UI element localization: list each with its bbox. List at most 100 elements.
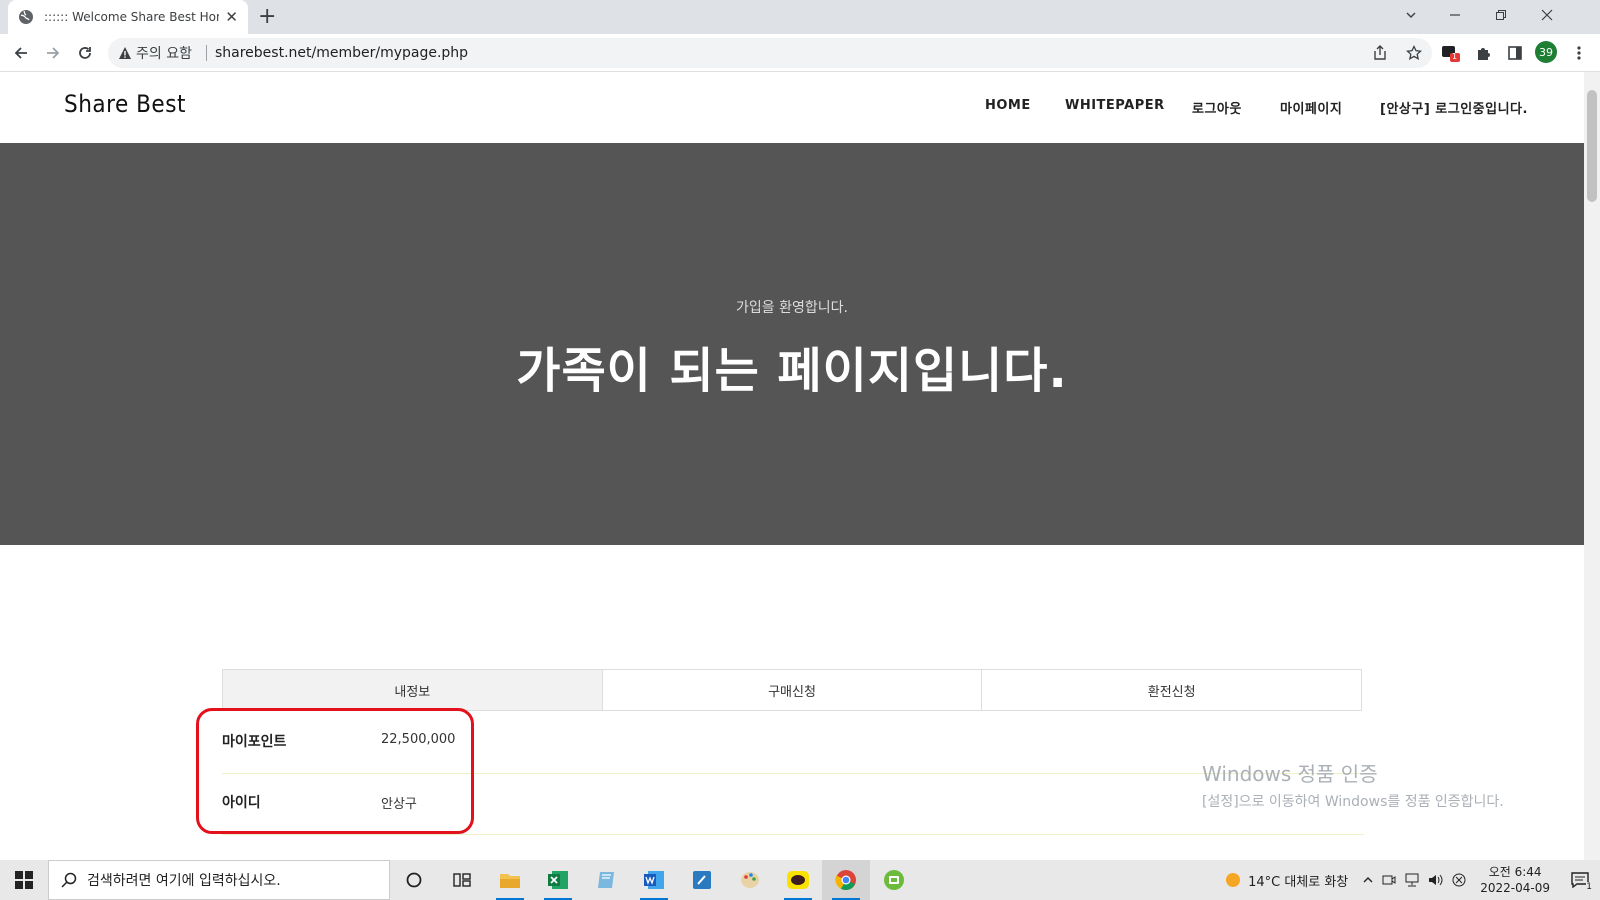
- page-scrollbar[interactable]: [1584, 72, 1600, 860]
- minimize-icon: [1450, 14, 1460, 16]
- arrow-right-icon: [47, 47, 60, 59]
- red-highlight-box: [196, 708, 474, 834]
- word-icon: [644, 871, 664, 889]
- tab-exchange-request[interactable]: 환전신청: [982, 670, 1361, 710]
- page-viewport: Share Best HOME WHITEPAPER 로그아웃 마이페이지 [안…: [0, 72, 1584, 860]
- weather-sun-icon: [1226, 873, 1241, 887]
- notification-count: 1: [1586, 882, 1592, 892]
- nav-mypage[interactable]: 마이페이지: [1280, 98, 1342, 117]
- nav-logout[interactable]: 로그아웃: [1192, 98, 1242, 117]
- windows-activation-watermark: Windows 정품 인증 [설정]으로 이동하여 Windows를 정품 인증…: [1202, 758, 1504, 811]
- close-tab-icon[interactable]: ✕: [225, 9, 238, 25]
- chevron-up-icon[interactable]: [1362, 874, 1374, 886]
- document-app-icon: [693, 871, 711, 889]
- share-icon[interactable]: [1372, 45, 1388, 61]
- clock-time: 오전 6:44: [1488, 865, 1542, 879]
- weather-text[interactable]: 14°C 대체로 화창: [1248, 871, 1348, 890]
- close-icon: [1541, 9, 1553, 21]
- restore-button[interactable]: [1478, 0, 1524, 30]
- reload-button[interactable]: [74, 42, 96, 64]
- task-view-button[interactable]: [438, 860, 486, 900]
- side-panel-button[interactable]: [1504, 42, 1526, 64]
- taskbar-notepad-app[interactable]: [582, 860, 630, 900]
- profile-avatar[interactable]: 39: [1535, 41, 1557, 63]
- browser-menu-button[interactable]: [1568, 42, 1590, 64]
- hero-title: 가족이 되는 페이지입니다.: [516, 343, 1068, 399]
- forward-button[interactable]: [42, 42, 64, 64]
- volume-icon[interactable]: [1428, 873, 1444, 887]
- browser-toolbar: 주의 요함 sharebest.net/member/mypage.php 1: [0, 34, 1600, 72]
- url-text[interactable]: sharebest.net/member/mypage.php: [215, 45, 468, 61]
- folder-icon: [500, 874, 520, 888]
- clock-date: 2022-04-09: [1480, 881, 1550, 895]
- paint-palette-icon: [741, 872, 759, 888]
- site-logo[interactable]: Share Best: [64, 90, 186, 118]
- tab-purchase-request[interactable]: 구매신청: [603, 670, 983, 710]
- taskbar-paint-app[interactable]: [726, 860, 774, 900]
- network-icon[interactable]: [1404, 873, 1420, 887]
- hero-banner: 가입을 환영합니다. 가족이 되는 페이지입니다.: [0, 143, 1584, 545]
- tab-search-button[interactable]: [1388, 0, 1434, 30]
- hero-subtitle: 가입을 환영합니다.: [736, 300, 848, 316]
- system-tray: 14°C 대체로 화창 오전 6:44 2022-04-09 1: [1224, 860, 1600, 900]
- input-indicator-icon[interactable]: [1452, 873, 1466, 887]
- security-status[interactable]: 주의 요함: [136, 43, 192, 63]
- extension-badge-count: 1: [1452, 52, 1458, 61]
- minimize-button[interactable]: [1432, 0, 1478, 30]
- notification-center-button[interactable]: 1: [1560, 860, 1600, 900]
- taskbar-chrome[interactable]: [822, 860, 870, 900]
- address-bar[interactable]: 주의 요함 sharebest.net/member/mypage.php: [108, 38, 1432, 68]
- meet-now-icon[interactable]: [1382, 873, 1396, 887]
- taskbar-kakaotalk[interactable]: [774, 860, 822, 900]
- taskbar-file-explorer[interactable]: [486, 860, 534, 900]
- nav-home[interactable]: HOME: [985, 98, 1031, 113]
- tab-title: :::::: Welcome Share Best Homep: [44, 10, 219, 24]
- globe-icon: [19, 10, 33, 24]
- taskbar-hwp-app[interactable]: [678, 860, 726, 900]
- browser-tab-strip: :::::: Welcome Share Best Homep ✕ +: [0, 0, 1600, 34]
- reload-icon: [79, 47, 91, 59]
- windows-taskbar: 검색하려면 여기에 입력하십시오. 14°C 대체로 화창 오전 6:44 20…: [0, 860, 1600, 900]
- extensions-button[interactable]: [1472, 42, 1494, 64]
- browser-tab[interactable]: :::::: Welcome Share Best Homep ✕: [8, 0, 248, 34]
- divider: [205, 45, 207, 61]
- start-button[interactable]: [0, 860, 48, 900]
- side-panel-icon: [1508, 46, 1522, 60]
- excel-icon: [548, 871, 568, 889]
- taskbar-excel[interactable]: [534, 860, 582, 900]
- bookmark-star-icon[interactable]: [1406, 45, 1422, 61]
- site-header: Share Best HOME WHITEPAPER 로그아웃 마이페이지 [안…: [0, 72, 1584, 143]
- more-vertical-icon: [1577, 46, 1581, 60]
- watermark-title: Windows 정품 인증: [1202, 762, 1378, 786]
- tab-my-info[interactable]: 내정보: [223, 670, 603, 710]
- nav-whitepaper[interactable]: WHITEPAPER: [1065, 98, 1165, 113]
- notepad-icon: [598, 872, 614, 888]
- chrome-icon: [835, 870, 856, 890]
- back-button[interactable]: [10, 42, 32, 64]
- close-window-button[interactable]: [1524, 0, 1570, 30]
- green-app-icon: [884, 870, 904, 890]
- warning-icon: [119, 47, 131, 59]
- search-icon: [61, 872, 77, 888]
- task-view-icon: [453, 873, 471, 887]
- restore-icon: [1496, 10, 1506, 20]
- cortana-button[interactable]: [390, 860, 438, 900]
- puzzle-icon: [1478, 48, 1490, 60]
- taskbar-word[interactable]: [630, 860, 678, 900]
- taskbar-green-app[interactable]: [870, 860, 918, 900]
- arrow-left-icon: [14, 47, 27, 59]
- watermark-subtitle: [설정]으로 이동하여 Windows를 정품 인증합니다.: [1202, 794, 1504, 810]
- windows-logo-icon: [15, 871, 33, 889]
- extension-button[interactable]: 1: [1440, 42, 1462, 64]
- scrollbar-thumb[interactable]: [1587, 90, 1597, 202]
- new-tab-button[interactable]: +: [258, 4, 276, 30]
- kakaotalk-icon: [787, 871, 809, 889]
- circle-icon: [406, 872, 422, 888]
- nav-login-status[interactable]: [안상구] 로그인중입니다.: [1380, 98, 1528, 117]
- mypage-tabs: 내정보 구매신청 환전신청: [222, 669, 1362, 711]
- search-placeholder: 검색하려면 여기에 입력하십시오.: [87, 873, 281, 889]
- extension-badge-icon: [1442, 46, 1460, 62]
- chevron-down-icon: [1406, 12, 1416, 18]
- taskbar-search-box[interactable]: 검색하려면 여기에 입력하십시오.: [48, 860, 390, 900]
- taskbar-clock[interactable]: 오전 6:44 2022-04-09: [1480, 864, 1550, 896]
